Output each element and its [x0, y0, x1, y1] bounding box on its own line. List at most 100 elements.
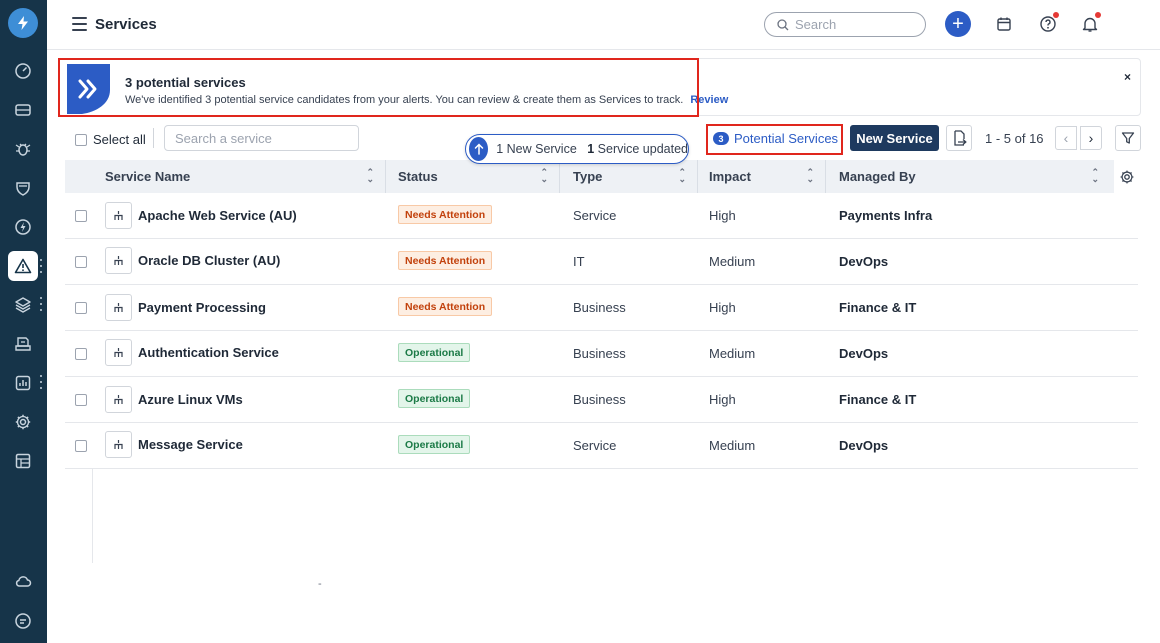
- col-impact[interactable]: Impact ⌃ ⌄: [709, 160, 824, 193]
- alert-more-icon[interactable]: [39, 259, 43, 273]
- help-icon[interactable]: [1037, 12, 1059, 35]
- alert-icon[interactable]: [8, 251, 38, 281]
- new-service-button[interactable]: New Service: [850, 125, 939, 151]
- service-impact: Medium: [709, 438, 756, 453]
- table-row[interactable]: Message Service Operational Service Medi…: [65, 423, 1138, 469]
- sort-icon[interactable]: ⌃ ⌄: [366, 168, 374, 184]
- managed-by: DevOps: [839, 438, 889, 453]
- table-icon[interactable]: [8, 446, 38, 476]
- service-search-input[interactable]: [175, 130, 350, 146]
- select-all[interactable]: Select all: [75, 132, 146, 147]
- updated-label: Service updated: [597, 142, 688, 156]
- service-name[interactable]: Payment Processing: [138, 300, 266, 315]
- shield-icon[interactable]: [8, 173, 38, 203]
- managed-by: Payments Infra: [839, 208, 933, 223]
- service-updates-pill[interactable]: 1 New Service 1 Service updated: [465, 134, 689, 164]
- column-settings-button[interactable]: [1114, 160, 1140, 193]
- potential-highlight-box: [706, 124, 843, 155]
- notifications-icon[interactable]: [1079, 12, 1101, 35]
- tickets-icon[interactable]: [8, 95, 38, 125]
- sort-icon[interactable]: ⌃ ⌄: [1091, 168, 1099, 184]
- col-type[interactable]: Type ⌃ ⌄: [573, 160, 696, 193]
- menu-icon[interactable]: [72, 17, 87, 31]
- table-row[interactable]: Authentication Service Operational Busin…: [65, 331, 1138, 377]
- new-service-label: New Service: [506, 142, 577, 156]
- status-badge: Needs Attention: [398, 251, 493, 270]
- table-row[interactable]: Oracle DB Cluster (AU) Needs Attention I…: [65, 239, 1138, 285]
- row-checkbox[interactable]: [75, 348, 87, 360]
- service-type: Business: [573, 300, 626, 315]
- row-checkbox[interactable]: [75, 256, 87, 268]
- global-search-input[interactable]: [795, 17, 915, 32]
- toolbar-divider: [153, 128, 154, 148]
- col-service-name-label: Service Name: [105, 169, 191, 184]
- sort-icon[interactable]: ⌃ ⌄: [678, 168, 686, 184]
- column-divider: [697, 160, 698, 193]
- export-icon: [953, 130, 967, 146]
- service-name[interactable]: Authentication Service: [138, 345, 279, 360]
- sort-icon[interactable]: ⌃ ⌄: [806, 168, 814, 184]
- managed-by: DevOps: [839, 254, 889, 269]
- settings-icon[interactable]: [8, 407, 38, 437]
- status-badge: Operational: [398, 343, 471, 362]
- managed-by: Finance & IT: [839, 392, 917, 407]
- table-row[interactable]: Payment Processing Needs Attention Busin…: [65, 285, 1138, 331]
- arrow-up-icon: [469, 137, 489, 161]
- row-checkbox[interactable]: [75, 302, 87, 314]
- row-checkbox[interactable]: [75, 394, 87, 406]
- page-title: Services: [95, 16, 157, 33]
- calendar-icon[interactable]: [993, 13, 1015, 35]
- global-search[interactable]: [764, 12, 926, 37]
- bolt-icon[interactable]: [8, 212, 38, 242]
- table-row[interactable]: Apache Web Service (AU) Needs Attention …: [65, 193, 1138, 239]
- column-divider: [559, 160, 560, 193]
- logo-icon[interactable]: [8, 8, 38, 38]
- service-hierarchy-icon: [105, 294, 132, 321]
- layers-more-icon[interactable]: [39, 297, 43, 311]
- reports-icon[interactable]: [8, 368, 38, 398]
- row-checkbox[interactable]: [75, 210, 87, 222]
- service-impact: High: [709, 208, 736, 223]
- filter-icon: [1121, 132, 1135, 144]
- inbox-icon[interactable]: [8, 329, 38, 359]
- service-type: IT: [573, 254, 585, 269]
- service-hierarchy-icon: [105, 247, 132, 274]
- footer-mark: -: [318, 578, 322, 590]
- export-button[interactable]: [946, 125, 972, 151]
- create-button[interactable]: +: [945, 11, 971, 37]
- service-name[interactable]: Azure Linux VMs: [138, 392, 243, 407]
- close-icon[interactable]: ×: [1124, 70, 1131, 84]
- cloud-icon[interactable]: [8, 566, 38, 596]
- select-all-checkbox[interactable]: [75, 133, 87, 146]
- chat-icon[interactable]: [8, 606, 38, 636]
- help-notification-dot: [1053, 12, 1059, 18]
- col-service-name[interactable]: Service Name ⌃ ⌄: [105, 160, 384, 193]
- status-badge: Needs Attention: [398, 297, 493, 316]
- col-status-label: Status: [398, 169, 438, 184]
- status-badge: Needs Attention: [398, 205, 493, 224]
- layers-icon[interactable]: [8, 290, 38, 320]
- service-type: Service: [573, 438, 617, 453]
- column-divider: [825, 160, 826, 193]
- bug-icon[interactable]: [8, 134, 38, 164]
- service-type: Service: [573, 208, 617, 223]
- column-divider: [385, 160, 386, 193]
- row-checkbox[interactable]: [75, 440, 87, 452]
- service-search[interactable]: [164, 125, 359, 151]
- sort-icon[interactable]: ⌃ ⌄: [540, 168, 548, 184]
- service-name[interactable]: Oracle DB Cluster (AU): [138, 253, 280, 268]
- service-name[interactable]: Message Service: [138, 437, 243, 452]
- table-row[interactable]: Azure Linux VMs Operational Business Hig…: [65, 377, 1138, 423]
- col-status[interactable]: Status ⌃ ⌄: [398, 160, 558, 193]
- prev-page-button[interactable]: ‹: [1055, 126, 1077, 150]
- dashboard-icon[interactable]: [8, 56, 38, 86]
- service-type: Business: [573, 392, 626, 407]
- reports-more-icon[interactable]: [39, 375, 43, 389]
- filter-button[interactable]: [1115, 125, 1141, 151]
- service-name[interactable]: Apache Web Service (AU): [138, 208, 297, 223]
- next-page-button[interactable]: ›: [1080, 126, 1102, 150]
- col-managed-by[interactable]: Managed By ⌃ ⌄: [839, 160, 1109, 193]
- pagination-range: 1 - 5 of 16: [985, 131, 1044, 146]
- table-header: Service Name ⌃ ⌄ Status ⌃ ⌄ Type ⌃ ⌄ Impact…: [65, 160, 1140, 193]
- service-hierarchy-icon: [105, 339, 132, 366]
